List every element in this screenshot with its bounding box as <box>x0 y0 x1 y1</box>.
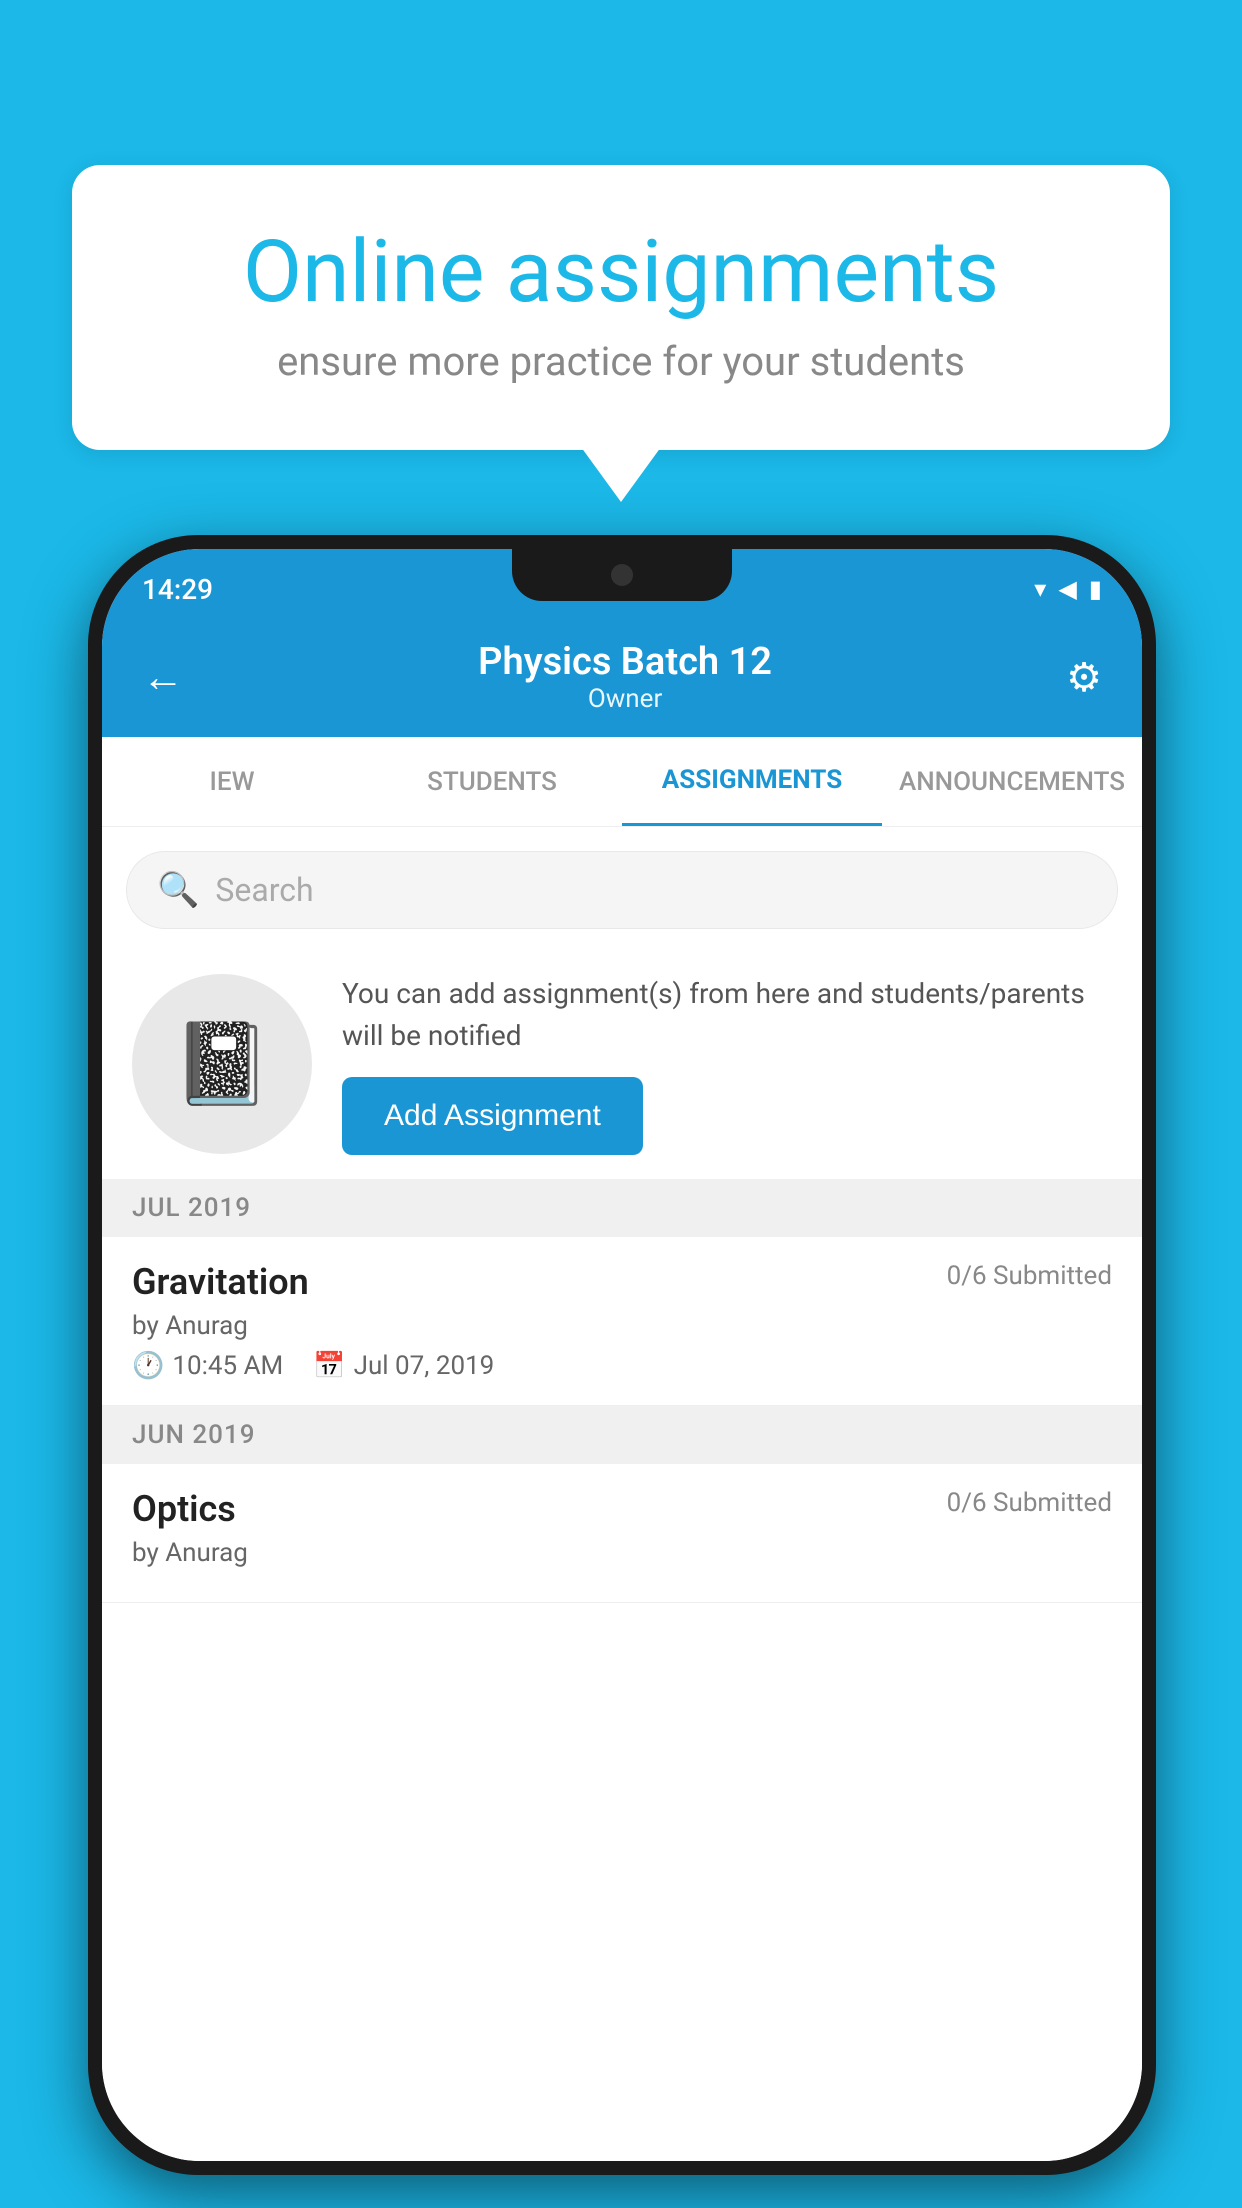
signal-icon: ◀ <box>1058 575 1076 603</box>
assignment-date-gravitation: Jul 07, 2019 <box>354 1351 495 1381</box>
promo-text-group: You can add assignment(s) from here and … <box>342 973 1112 1155</box>
back-button[interactable]: ← <box>142 653 184 702</box>
assignment-title-optics: Optics <box>132 1488 236 1530</box>
status-icons: ▾ ◀ ▮ <box>1034 575 1102 603</box>
promo-description: You can add assignment(s) from here and … <box>342 973 1112 1057</box>
assignment-time-gravitation: 10:45 AM <box>172 1351 283 1381</box>
assignment-header: Gravitation 0/6 Submitted <box>132 1261 1112 1303</box>
assignment-item-gravitation[interactable]: Gravitation 0/6 Submitted by Anurag 🕐 10… <box>102 1237 1142 1406</box>
tab-assignments[interactable]: ASSIGNMENTS <box>622 737 882 826</box>
screen-content: 🔍 Search 📓 You can add assignment(s) fro… <box>102 827 1142 2161</box>
notch <box>512 549 732 601</box>
status-time: 14:29 <box>142 573 213 606</box>
assignment-author-optics: by Anurag <box>132 1538 1112 1568</box>
camera <box>611 564 633 586</box>
app-header: ← Physics Batch 12 Owner ⚙ <box>102 617 1142 737</box>
bubble-title: Online assignments <box>152 225 1090 320</box>
tab-bar: IEW STUDENTS ASSIGNMENTS ANNOUNCEMENTS <box>102 737 1142 827</box>
search-placeholder: Search <box>215 871 313 909</box>
tab-iew[interactable]: IEW <box>102 737 362 826</box>
promo-icon-circle: 📓 <box>132 974 312 1154</box>
phone-frame: 14:29 ▾ ◀ ▮ ← Physics Batch 12 Owner ⚙ I… <box>88 535 1156 2175</box>
month-separator-jul: JUL 2019 <box>102 1179 1142 1237</box>
meta-time-gravitation: 🕐 10:45 AM <box>132 1351 283 1381</box>
wifi-icon: ▾ <box>1034 575 1046 603</box>
assignment-item-optics[interactable]: Optics 0/6 Submitted by Anurag <box>102 1464 1142 1603</box>
assignment-submitted-optics: 0/6 Submitted <box>947 1488 1112 1518</box>
assignment-meta-gravitation: 🕐 10:45 AM 📅 Jul 07, 2019 <box>132 1351 1112 1381</box>
phone-screen: 14:29 ▾ ◀ ▮ ← Physics Batch 12 Owner ⚙ I… <box>102 549 1142 2161</box>
add-assignment-button[interactable]: Add Assignment <box>342 1077 643 1155</box>
header-title: Physics Batch 12 <box>478 640 772 684</box>
assignment-title-gravitation: Gravitation <box>132 1261 309 1303</box>
speech-bubble-container: Online assignments ensure more practice … <box>72 165 1170 450</box>
bubble-subtitle: ensure more practice for your students <box>152 338 1090 385</box>
notebook-icon: 📓 <box>172 1017 272 1111</box>
tab-students[interactable]: STUDENTS <box>362 737 622 826</box>
settings-icon[interactable]: ⚙ <box>1066 654 1102 701</box>
assignment-author-gravitation: by Anurag <box>132 1311 1112 1341</box>
header-subtitle: Owner <box>478 684 772 714</box>
battery-icon: ▮ <box>1089 575 1102 603</box>
search-bar[interactable]: 🔍 Search <box>126 851 1118 929</box>
clock-icon: 🕐 <box>132 1351 164 1381</box>
meta-date-gravitation: 📅 Jul 07, 2019 <box>313 1351 494 1381</box>
promo-section: 📓 You can add assignment(s) from here an… <box>102 949 1142 1179</box>
tab-announcements[interactable]: ANNOUNCEMENTS <box>882 737 1142 826</box>
month-separator-jun: JUN 2019 <box>102 1406 1142 1464</box>
header-title-group: Physics Batch 12 Owner <box>478 640 772 714</box>
speech-bubble: Online assignments ensure more practice … <box>72 165 1170 450</box>
calendar-icon: 📅 <box>313 1351 345 1381</box>
assignment-header-optics: Optics 0/6 Submitted <box>132 1488 1112 1530</box>
assignment-submitted-gravitation: 0/6 Submitted <box>947 1261 1112 1291</box>
search-icon: 🔍 <box>157 870 199 910</box>
